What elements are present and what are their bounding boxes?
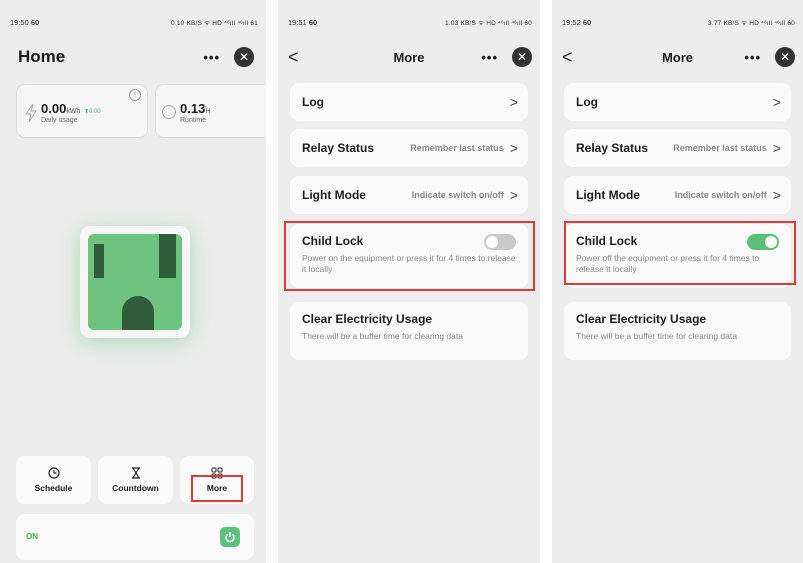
- power-row: ON: [16, 514, 254, 560]
- relay-status-value: Remember last status: [410, 143, 504, 153]
- more-options-icon[interactable]: •••: [744, 51, 761, 64]
- plug-illustration[interactable]: [80, 226, 190, 338]
- log-title: Log: [576, 95, 598, 109]
- outlet-face: [88, 234, 182, 330]
- light-mode-row[interactable]: Light Mode Indicate switch on/off >: [564, 176, 791, 214]
- status-icons: 0.10 KB/S ᯤ HD ⁴⁶ıll ⁴⁶ıll 61: [171, 19, 258, 27]
- power-icon: [225, 532, 235, 543]
- more-options-icon[interactable]: •••: [481, 51, 498, 64]
- chevron-right-icon: >: [509, 94, 518, 110]
- status-icons: 1.03 KB/S ᯤ HD ⁴⁶ıll ⁴⁶ıll 60: [445, 19, 532, 27]
- clear-usage-title: Clear Electricity Usage: [576, 312, 707, 326]
- log-title: Log: [302, 95, 324, 109]
- light-mode-title: Light Mode: [302, 188, 366, 202]
- chevron-right-icon: >: [772, 187, 781, 203]
- highlight-box-child-lock: [564, 221, 796, 285]
- close-icon[interactable]: ✕: [234, 47, 254, 67]
- lightning-icon: [25, 103, 37, 123]
- status-badge: 60: [30, 17, 40, 27]
- status-bar: 19:50 60 0.10 KB/S ᯤ HD ⁴⁶ıll ⁴⁶ıll 61: [0, 0, 266, 44]
- relay-status-title: Relay Status: [576, 141, 649, 155]
- countdown-button[interactable]: Countdown: [98, 456, 173, 504]
- relay-status-value: Remember last status: [673, 143, 767, 153]
- status-time: 19:52: [562, 17, 581, 27]
- status-time: 19:51: [288, 17, 307, 27]
- hourglass-icon: [131, 467, 140, 479]
- daily-delta: ⬆0.00: [83, 109, 101, 115]
- light-mode-row[interactable]: Light Mode Indicate switch on/off >: [290, 176, 528, 214]
- schedule-label: Schedule: [34, 483, 73, 493]
- highlight-box-more: [191, 475, 243, 502]
- more-screen-lock-off: 19:51 60 1.03 KB/S ᯤ HD ⁴⁶ıll ⁴⁶ıll 60 <…: [278, 0, 540, 563]
- home-header: Home ••• ✕: [0, 44, 266, 70]
- info-icon[interactable]: !: [129, 89, 141, 101]
- light-mode-value: Indicate switch on/off: [411, 190, 504, 200]
- clock-icon: [162, 105, 176, 119]
- light-mode-value: Indicate switch on/off: [674, 190, 767, 200]
- outlet-slot-left: [94, 244, 104, 278]
- power-state-label: ON: [26, 532, 38, 541]
- light-mode-title: Light Mode: [576, 188, 640, 202]
- log-row[interactable]: Log >: [564, 83, 791, 121]
- clear-usage-row[interactable]: Clear Electricity Usage There will be a …: [290, 302, 528, 360]
- status-icons: 3.77 KB/S ᯤ HD ⁴⁶ıll ⁴⁶ıll 60: [708, 19, 795, 27]
- status-time: 19:50: [10, 17, 29, 27]
- countdown-label: Countdown: [112, 483, 159, 493]
- more-header: < More ••• ✕: [278, 44, 540, 70]
- close-icon[interactable]: ✕: [775, 47, 795, 67]
- more-options-icon[interactable]: •••: [203, 51, 220, 64]
- highlight-box-child-lock: [284, 221, 535, 291]
- status-bar: 19:52 60 3.77 KB/S ᯤ HD ⁴⁶ıll ⁴⁶ıll 60: [552, 0, 803, 44]
- clear-usage-description: There will be a buffer time for clearing…: [302, 331, 463, 341]
- more-screen-lock-on: 19:52 60 3.77 KB/S ᯤ HD ⁴⁶ıll ⁴⁶ıll 60 <…: [552, 0, 803, 563]
- clear-usage-description: There will be a buffer time for clearing…: [576, 331, 737, 341]
- chevron-right-icon: >: [772, 140, 781, 156]
- relay-status-title: Relay Status: [302, 141, 375, 155]
- home-screen: 19:50 60 0.10 KB/S ᯤ HD ⁴⁶ıll ⁴⁶ıll 61 H…: [0, 0, 266, 563]
- more-header: < More ••• ✕: [552, 44, 803, 70]
- relay-status-row[interactable]: Relay Status Remember last status >: [290, 129, 528, 167]
- status-bar: 19:51 60 1.03 KB/S ᯤ HD ⁴⁶ıll ⁴⁶ıll 60: [278, 0, 540, 44]
- daily-usage-value: 0.00kWh ⬆0.00: [41, 101, 101, 116]
- log-row[interactable]: Log >: [290, 83, 528, 121]
- outlet-ground: [122, 296, 154, 330]
- daily-usage-label: Daily usage: [41, 117, 78, 124]
- chevron-right-icon: >: [509, 187, 518, 203]
- schedule-button[interactable]: Schedule: [16, 456, 91, 504]
- runtime-label: Runtime: [180, 117, 207, 124]
- power-button[interactable]: [220, 527, 240, 547]
- status-badge: 60: [582, 17, 592, 27]
- status-badge: 60: [308, 17, 318, 27]
- runtime-value: 0.13H: [180, 101, 211, 116]
- close-icon[interactable]: ✕: [512, 47, 532, 67]
- outlet-slot-right: [159, 234, 176, 278]
- page-title: Home: [18, 47, 66, 66]
- relay-status-row[interactable]: Relay Status Remember last status >: [564, 129, 791, 167]
- clear-usage-row[interactable]: Clear Electricity Usage There will be a …: [564, 302, 791, 360]
- clear-usage-title: Clear Electricity Usage: [302, 312, 433, 326]
- runtime-card[interactable]: 0.13H Runtime: [155, 84, 266, 138]
- daily-usage-card[interactable]: 0.00kWh ⬆0.00 Daily usage !: [16, 84, 148, 138]
- chevron-right-icon: >: [509, 140, 518, 156]
- clock-icon: [47, 467, 60, 479]
- chevron-right-icon: >: [772, 94, 781, 110]
